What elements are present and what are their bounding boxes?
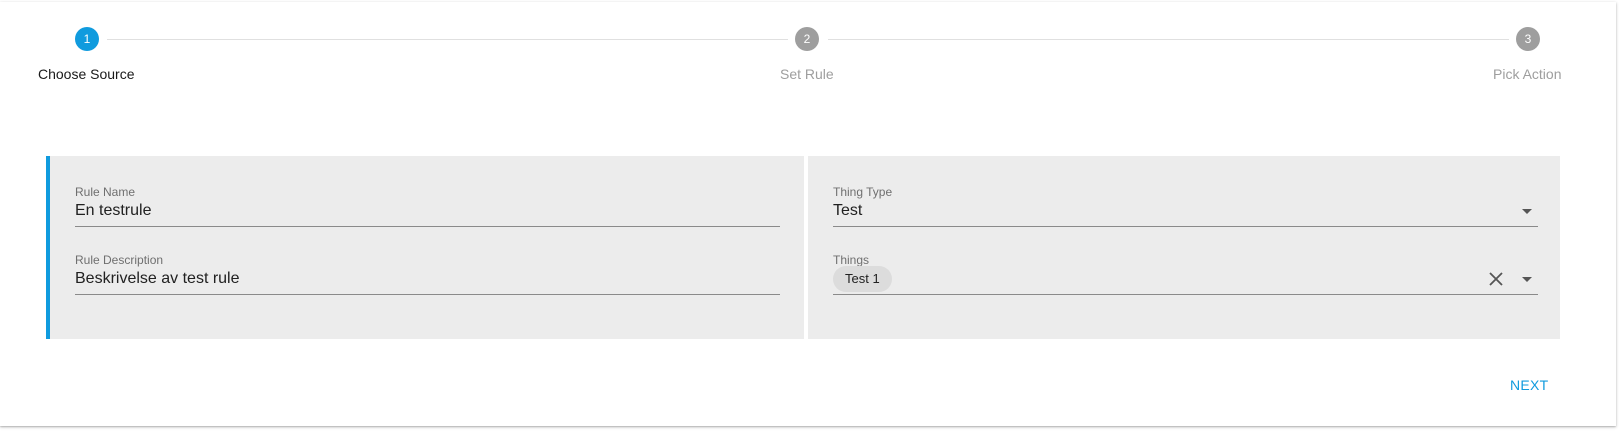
chevron-down-icon[interactable]: [1522, 277, 1532, 282]
thing-type-label: Thing Type: [833, 185, 893, 199]
thing-type-value[interactable]: Test: [833, 202, 862, 220]
rule-description-input[interactable]: Beskrivelse av test rule: [75, 270, 240, 288]
step-3-icon[interactable]: 3: [1516, 27, 1540, 51]
step-connector-2: [828, 39, 1509, 40]
rule-wizard-card: 1 Choose Source 2 Set Rule 3 Pick Action…: [0, 2, 1616, 426]
thing-chip[interactable]: Test 1: [833, 266, 892, 292]
rule-description-label: Rule Description: [75, 253, 164, 267]
thing-type-select[interactable]: Thing Type Test: [833, 185, 1538, 227]
rule-description-field[interactable]: Rule Description Beskrivelse av test rul…: [75, 253, 780, 295]
step-2-label[interactable]: Set Rule: [780, 66, 834, 82]
stepper: 1 Choose Source 2 Set Rule 3 Pick Action: [0, 2, 1616, 102]
step-1-icon[interactable]: 1: [75, 27, 99, 51]
rule-name-input[interactable]: En testrule: [75, 202, 151, 220]
step-1-label[interactable]: Choose Source: [38, 66, 135, 82]
close-icon[interactable]: [1487, 270, 1505, 288]
things-label: Things: [833, 253, 870, 267]
rule-description-underline: [75, 294, 780, 295]
rule-name-underline: [75, 226, 780, 227]
rule-details-panel: Rule Name En testrule Rule Description B…: [46, 156, 804, 339]
rule-name-field[interactable]: Rule Name En testrule: [75, 185, 780, 227]
step-2-icon[interactable]: 2: [795, 27, 819, 51]
chevron-down-icon[interactable]: [1522, 209, 1532, 214]
source-panel: Thing Type Test Things Test 1: [808, 156, 1560, 339]
next-button[interactable]: NEXT: [1510, 377, 1549, 393]
thing-type-underline: [833, 226, 1538, 227]
things-multiselect[interactable]: Things Test 1: [833, 253, 1538, 295]
things-underline: [833, 294, 1538, 295]
rule-name-label: Rule Name: [75, 185, 136, 199]
step-connector-1: [107, 39, 788, 40]
step-3-label[interactable]: Pick Action: [1493, 66, 1561, 82]
